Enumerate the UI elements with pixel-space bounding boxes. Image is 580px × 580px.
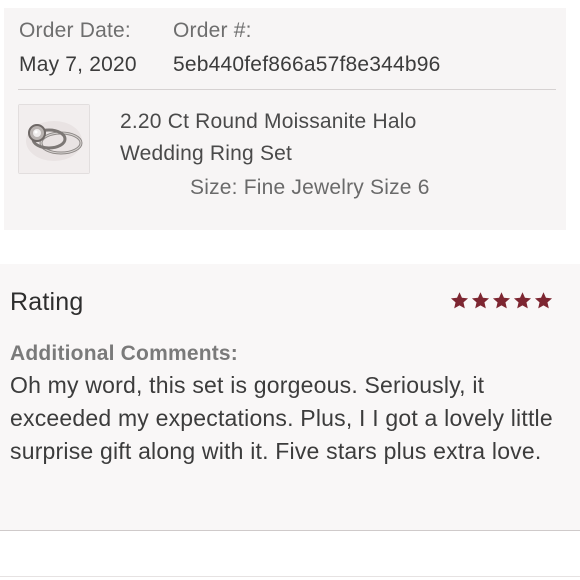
product-thumbnail[interactable] [18, 104, 90, 174]
comments-text: Oh my word, this set is gorgeous. Seriou… [10, 372, 553, 464]
order-divider [18, 89, 556, 90]
order-date-value: May 7, 2020 [19, 53, 137, 76]
order-date-label: Order Date: [19, 19, 131, 42]
product-title[interactable]: 2.20 Ct Round Moissanite Halo Wedding Ri… [120, 106, 416, 170]
star-icon [471, 292, 490, 309]
order-summary-card: Order Date: May 7, 2020 Order #: 5eb440f… [4, 8, 566, 230]
order-number-block: Order #: 5eb440fef866a57f8e344b96 [173, 16, 441, 80]
order-number-label: Order #: [173, 19, 252, 42]
product-size: Size: Fine Jewelry Size 6 [190, 176, 430, 199]
bottom-divider [0, 576, 580, 577]
star-rating [450, 291, 553, 310]
product-title-line-1: 2.20 Ct Round Moissanite Halo [120, 110, 417, 133]
star-icon [450, 292, 469, 309]
order-date-block: Order Date: May 7, 2020 [19, 16, 137, 80]
star-icon [492, 292, 511, 309]
star-icon [513, 292, 532, 309]
ring-set-photo-icon [19, 105, 89, 173]
comments-label: Additional Comments: [10, 342, 238, 365]
review-card: Rating Additional Comments: Oh my word, … [0, 264, 580, 531]
rating-label: Rating [10, 288, 84, 316]
product-title-line-2: Wedding Ring Set [120, 142, 293, 165]
order-number-value: 5eb440fef866a57f8e344b96 [173, 53, 441, 76]
star-icon [534, 292, 553, 309]
